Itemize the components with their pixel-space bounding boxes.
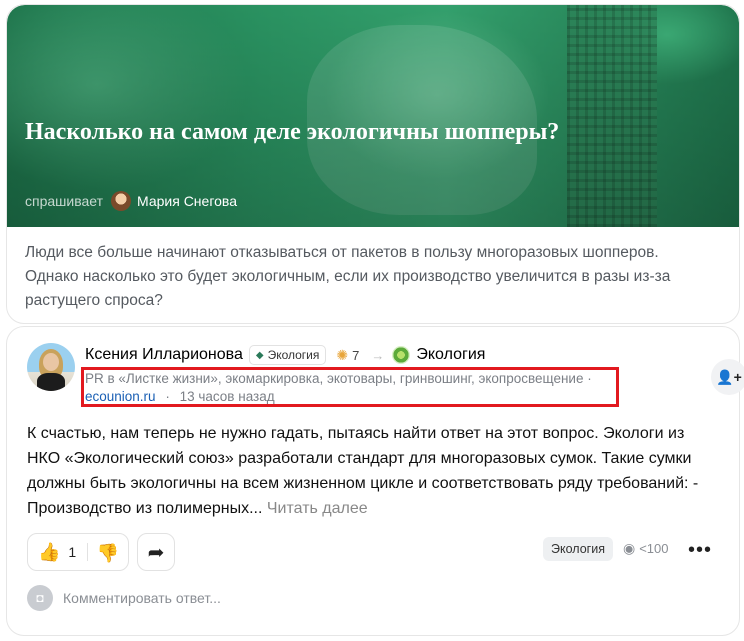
topic-icon [392,346,411,364]
read-more-link[interactable]: Читать далее [267,500,368,517]
add-user-icon: 👤+ [716,368,742,385]
comment-input[interactable]: Комментировать ответ... [63,590,221,606]
answer-card: Ксения Илларионова ◆ Экология ✺ 7 → Экол… [6,326,744,636]
asker-avatar[interactable] [111,191,132,211]
arrow-right-icon: → [371,347,385,363]
meta-separator: · [165,389,170,404]
comment-row[interactable]: ◘ Комментировать ответ... [27,585,221,611]
share-button[interactable]: ➦ [137,533,175,571]
question-card: Насколько на самом деле экологичны шоппе… [6,4,740,324]
topic-tag[interactable]: Экология [543,537,613,561]
views-count: <100 [639,541,669,556]
author-rating: ✺ 7 [336,347,359,364]
author-description: PR в «Листке жизни», экомаркировка, экот… [85,371,592,386]
asker-name[interactable]: Мария Снегова [137,193,237,209]
question-title[interactable]: Насколько на самом деле экологичны шоппе… [25,117,585,147]
like-button[interactable]: 👍 1 [28,542,87,563]
topic-name[interactable]: Экология [416,346,485,364]
more-options-button[interactable]: ••• [685,535,715,565]
asks-label: спрашивает [25,193,104,209]
time-ago: 13 часов назад [179,389,275,404]
asker-row: спрашивает Мария Снегова [25,190,237,212]
author-row: Ксения Илларионова ◆ Экология ✺ 7 → Экол… [85,344,485,366]
dislike-button[interactable]: 👍 [88,542,128,563]
expert-badge[interactable]: ◆ Экология [248,345,327,365]
answer-body: К счастью, нам теперь не нужно гадать, п… [27,421,717,521]
question-hero-image: Насколько на самом деле экологичны шоппе… [7,5,739,227]
follow-button[interactable]: 👤+ [711,359,744,395]
like-count: 1 [68,544,77,560]
thumb-down-icon: 👍 [96,542,120,563]
badge-label: Экология [267,348,320,362]
site-link[interactable]: ecounion.ru [85,389,156,404]
vote-controls: 👍 1 👍 [27,533,129,571]
views-counter: ◉ <100 [623,540,669,557]
author-name[interactable]: Ксения Илларионова [85,346,243,364]
sun-icon: ✺ [336,346,349,363]
share-arrow-icon: ➦ [147,541,165,564]
diamond-icon: ◆ [255,349,264,361]
thumb-up-icon: 👍 [38,541,61,562]
author-meta-line: ecounion.ru · 13 часов назад [85,388,275,406]
more-dots-icon: ••• [687,538,712,561]
author-avatar[interactable] [27,343,75,391]
camera-icon: ◘ [27,585,53,611]
question-description: Люди все больше начинают отказываться от… [25,244,671,309]
eye-icon: ◉ [623,540,636,556]
rating-value: 7 [352,347,360,363]
